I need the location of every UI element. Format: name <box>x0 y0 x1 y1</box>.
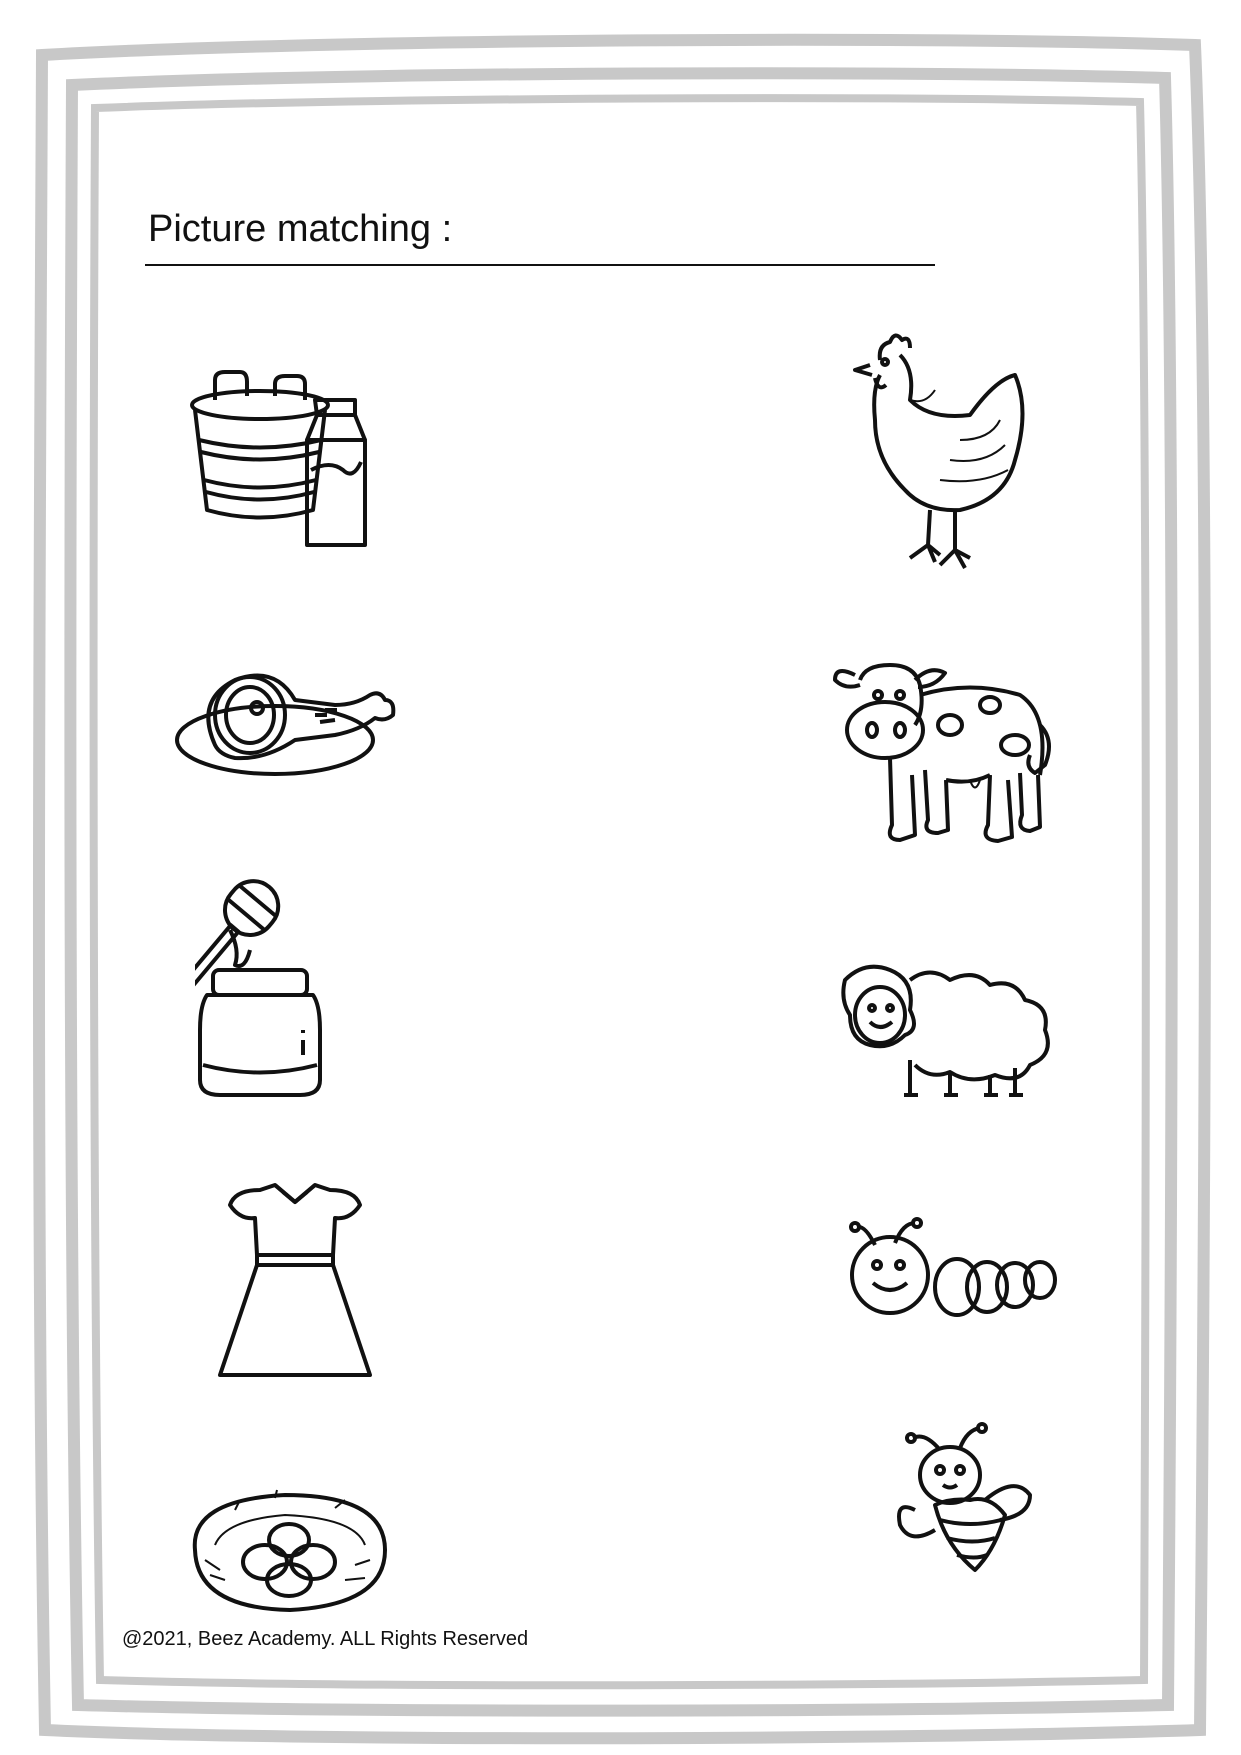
hen-icon <box>840 330 1040 590</box>
dress-icon <box>215 1180 375 1380</box>
bee-icon <box>895 1420 1055 1590</box>
title-underline <box>145 264 935 266</box>
caterpillar-icon <box>845 1215 1060 1325</box>
eggs-in-nest-icon <box>185 1480 395 1620</box>
copyright-footer: @2021, Beez Academy. ALL Rights Reserved <box>122 1628 529 1650</box>
honey-jar-and-dipper-icon <box>195 870 385 1100</box>
ham-on-plate-icon <box>175 660 415 780</box>
sheep-icon <box>840 960 1060 1100</box>
milk-bucket-and-carton-icon <box>185 370 385 550</box>
worksheet-title: Picture matching : <box>148 208 453 250</box>
cow-icon <box>830 655 1060 865</box>
